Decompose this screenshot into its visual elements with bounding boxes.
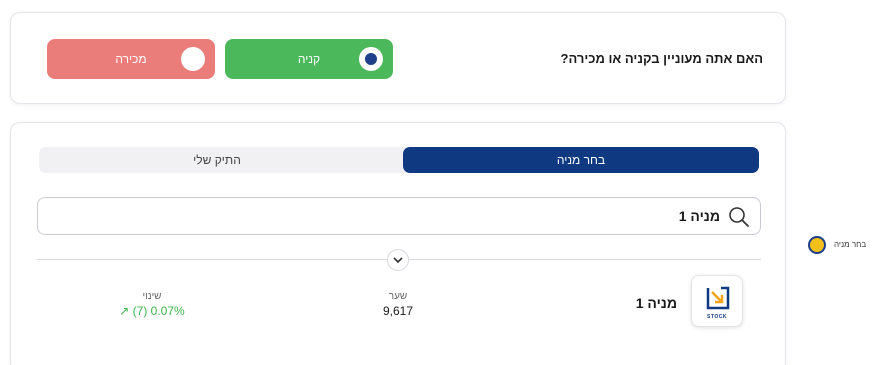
side-step-label: בחר מניה [834,240,867,249]
buy-option-button[interactable]: קניה [225,39,393,79]
stock-search-input[interactable]: מניה 1 [37,197,761,235]
step-dot-icon [808,236,826,254]
tab-my-portfolio[interactable]: התיק שלי [39,147,395,173]
tab-choose-stock[interactable]: בחר מניה [403,147,759,173]
collapse-button[interactable] [387,249,409,271]
stock-arrow-icon [706,286,730,310]
stock-selection-card: בחר מניה התיק שלי מניה 1 STOCK מניה 1 שע… [10,122,786,365]
price-label: שער [388,291,408,302]
search-icon[interactable] [728,206,750,228]
price-value: 9,617 [382,304,414,318]
stock-logo-text: STOCK [707,314,727,320]
sell-option-button[interactable]: מכירה [47,39,215,79]
stock-logo: STOCK [691,275,743,327]
change-value: ↗ (7) 0.07% [119,304,185,318]
stock-name: מניה 1 [635,295,677,311]
side-step-indicator[interactable]: בחר מניה [806,235,866,255]
sell-option-label: מכירה [115,52,147,66]
trade-type-question: האם אתה מעוניין בקניה או מכירה? [560,51,764,66]
change-column: שינוי ↗ (7) 0.07% [107,291,197,318]
chevron-down-icon [393,257,403,264]
price-column: שער 9,617 [361,291,435,318]
trade-type-card: האם אתה מעוניין בקניה או מכירה? קניה מכי… [10,12,786,104]
change-label: שינוי [142,291,162,302]
stock-tabs: בחר מניה התיק שלי [39,147,759,173]
search-value: מניה 1 [678,208,720,224]
buy-option-label: קניה [297,52,321,66]
